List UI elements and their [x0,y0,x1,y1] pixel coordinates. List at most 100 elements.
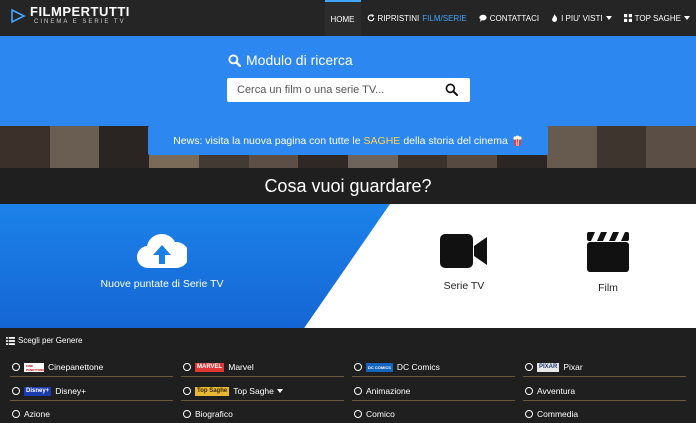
genre-section: Scegli per Genere CINE PANETTONE Cinepan… [0,328,696,423]
main-nav: HOME RIPRISTINI FILM/SERIE CONTATTACI I … [324,0,696,36]
news-saghe-link[interactable]: SAGHE [364,135,401,147]
popcorn-icon [513,135,522,146]
genre-dc[interactable]: DC COMICS DC Comics [354,358,440,376]
genre-top-saghe[interactable]: Top Saghe Top Saghe [183,382,283,400]
nav-contattaci-label: CONTATTACI [489,13,540,23]
poster-banner: News: visita la nuova pagina con tutte l… [0,126,696,168]
genre-label: Avventura [537,386,576,396]
radio-icon [12,410,20,418]
video-camera-icon [440,234,487,268]
choice-heading: Cosa vuoi guardare? [264,176,432,196]
genre-marvel[interactable]: MARVEL Marvel [183,358,254,376]
genre-avventura[interactable]: Avventura [525,382,575,400]
genre-heading: Scegli per Genere [6,336,82,345]
divider [523,376,686,377]
chat-bubble-icon [479,14,487,22]
disney-badge: Disney+ [24,386,52,396]
divider [181,376,344,377]
choice-nuove-puntate[interactable]: Nuove puntate di Serie TV [96,232,228,290]
nav-home[interactable]: HOME [324,0,361,36]
divider [352,376,515,377]
nav-film-serie-label: FILM/SERIE [422,13,467,23]
refresh-icon [367,14,374,22]
choice-serie-tv[interactable]: Serie TV [428,234,500,292]
nav-top-saghe-label: TOP SAGHE [634,13,681,23]
genre-pixar[interactable]: PIXAR Pixar [525,358,583,376]
nav-contattaci[interactable]: CONTATTACI [473,0,545,36]
divider [10,400,173,401]
genre-commedia[interactable]: Commedia [525,405,578,423]
news-suffix: della storia del cinema [403,134,508,147]
cinepanettone-badge: CINE PANETTONE [24,362,45,372]
list-icon [6,336,15,345]
news-prefix: News: visita la nuova pagina con tutte l… [173,134,361,147]
choice-serie-tv-label: Serie TV [443,280,485,292]
choice-film[interactable]: Film [572,232,644,294]
choice-heading-bar: Cosa vuoi guardare? [0,168,696,204]
nav-ripristini[interactable]: RIPRISTINI FILM/SERIE [361,0,473,36]
genre-label: Animazione [366,386,411,396]
logo-title: FILMPERTUTTI [30,4,130,19]
genre-animazione[interactable]: Animazione [354,382,410,400]
genre-label: Disney+ [55,386,87,396]
dc-badge: DC COMICS [366,362,393,372]
genre-label: Azione [24,409,50,419]
divider [523,400,686,401]
search-icon [228,53,241,67]
nav-ripristini-label: RIPRISTINI [377,13,420,23]
content-choices: Nuove puntate di Serie TV Serie TV Film [0,204,696,328]
play-logo-icon [11,8,26,24]
genre-label: Cinepanettone [48,362,104,372]
logo-subtitle: CINEMA E SERIE TV [34,19,126,25]
chevron-down-icon [605,16,612,20]
search-submit-icon[interactable] [445,83,458,96]
site-logo[interactable]: FILMPERTUTTI CINEMA E SERIE TV [10,5,130,27]
genre-heading-text: Scegli per Genere [18,336,83,345]
radio-icon [12,387,20,395]
pixar-badge: PIXAR [537,362,560,372]
search-hero: Modulo di ricerca [0,36,696,126]
fire-icon [552,14,558,22]
genre-label: Comico [366,409,395,419]
genre-label: Top Saghe [233,386,274,396]
genre-azione[interactable]: Azione [12,405,50,423]
nav-top-saghe[interactable]: TOP SAGHE [618,0,696,36]
choice-film-label: Film [598,282,618,294]
divider [181,400,344,401]
nav-piu-visti-label: I PIU' VISTI [561,13,603,23]
news-banner[interactable]: News: visita la nuova pagina con tutte l… [148,126,548,155]
chevron-down-icon [276,389,283,393]
genre-disney[interactable]: Disney+ Disney+ [12,382,86,400]
radio-icon [12,363,20,371]
radio-icon [183,387,191,395]
top-navbar: FILMPERTUTTI CINEMA E SERIE TV HOME RIPR… [0,0,696,36]
genre-label: Marvel [228,362,254,372]
nav-home-label: HOME [330,14,355,24]
search-input[interactable] [227,78,437,102]
genre-biografico[interactable]: Biografico [183,405,233,423]
radio-icon [525,363,533,371]
radio-icon [525,387,533,395]
genre-label: DC Comics [396,362,440,372]
genre-comico[interactable]: Comico [354,405,395,423]
marvel-badge: MARVEL [195,362,225,372]
radio-icon [354,387,362,395]
grid-icon [623,14,632,22]
radio-icon [183,410,191,418]
divider [10,376,173,377]
genre-cinepanettone[interactable]: CINE PANETTONE Cinepanettone [12,358,103,376]
divider [352,400,515,401]
clapperboard-icon [587,232,629,272]
cloud-upload-icon [137,233,187,269]
genre-label: Commedia [537,409,579,419]
genre-label: Biografico [195,409,233,419]
choice-nuove-puntate-label: Nuove puntate di Serie TV [100,278,224,290]
search-title: Modulo di ricerca [228,52,353,68]
chevron-down-icon [684,16,690,20]
search-title-text: Modulo di ricerca [246,52,353,68]
genre-label: Pixar [563,362,583,372]
top-saghe-badge: Top Saghe [195,386,230,396]
radio-icon [525,410,533,418]
radio-icon [354,410,362,418]
nav-piu-visti[interactable]: I PIU' VISTI [545,0,618,36]
